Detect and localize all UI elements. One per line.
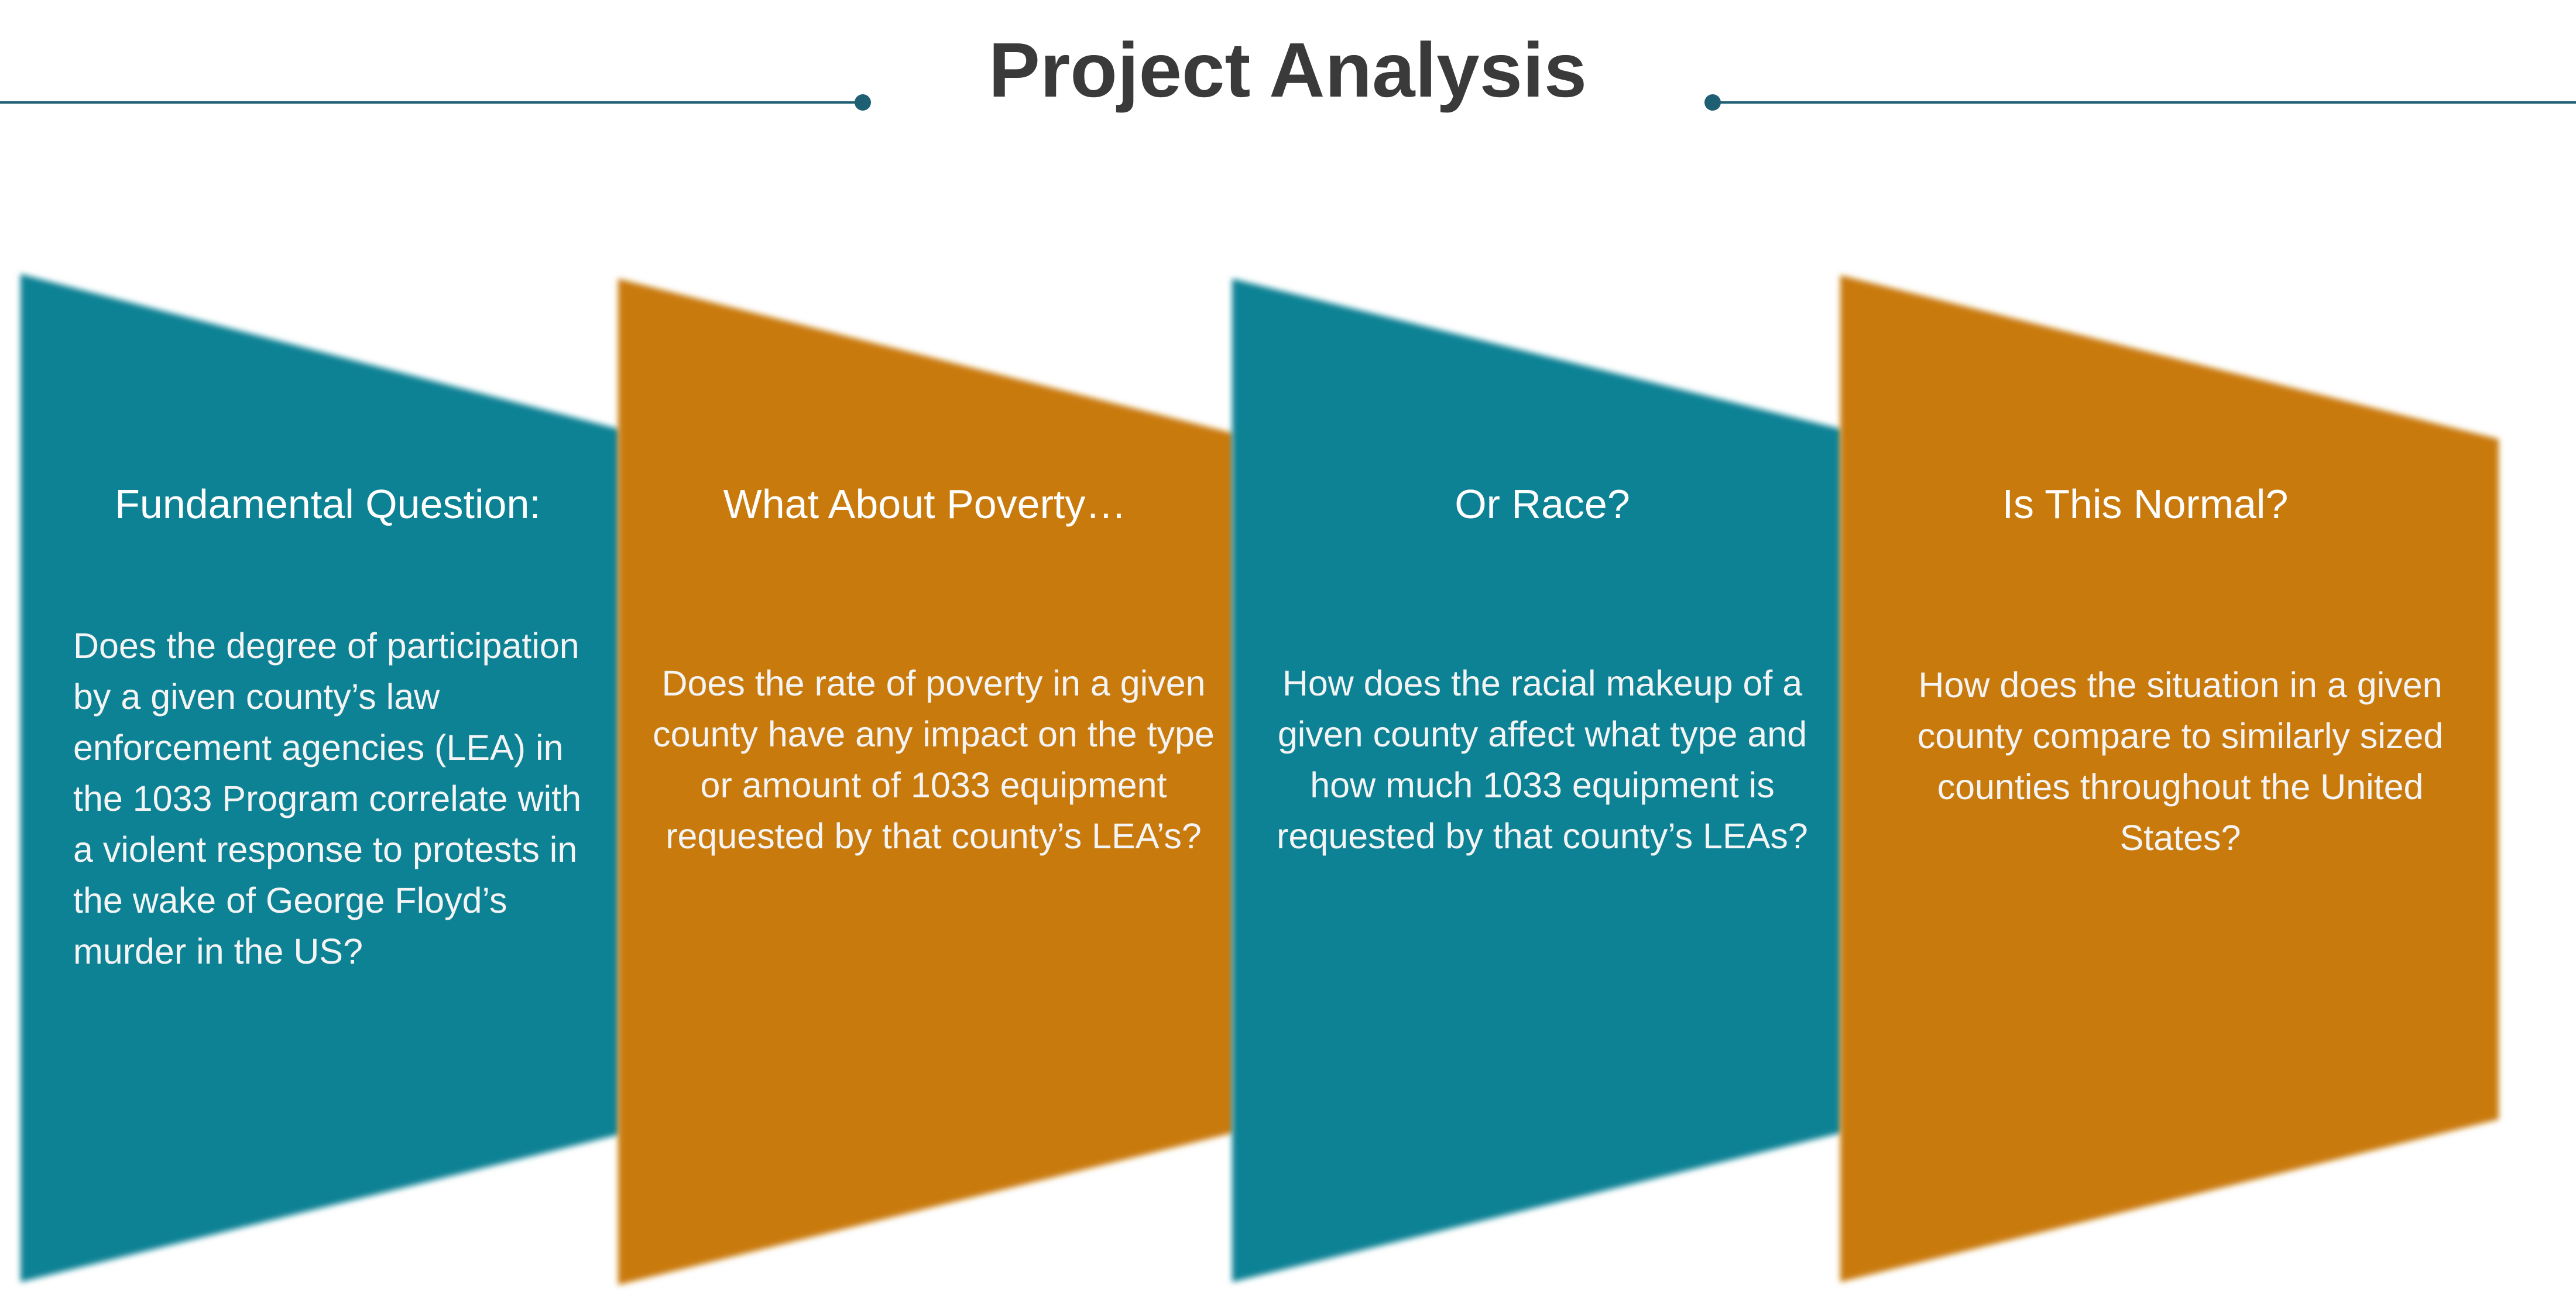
panel-3-body: How does the racial makeup of a given co… xyxy=(1277,663,1808,856)
panel-1-heading: Fundamental Question: xyxy=(115,481,541,527)
panel-2-body: Does the rate of poverty in a given coun… xyxy=(653,663,1215,856)
panel-2-heading: What About Poverty… xyxy=(723,481,1127,527)
panel-3-heading: Or Race? xyxy=(1455,481,1630,527)
panel-4-heading: Is This Normal? xyxy=(2002,481,2289,527)
panel-1-body: Does the degree of participation by a gi… xyxy=(73,626,581,971)
panel-4-body: How does the situation in a given county… xyxy=(1917,665,2444,858)
